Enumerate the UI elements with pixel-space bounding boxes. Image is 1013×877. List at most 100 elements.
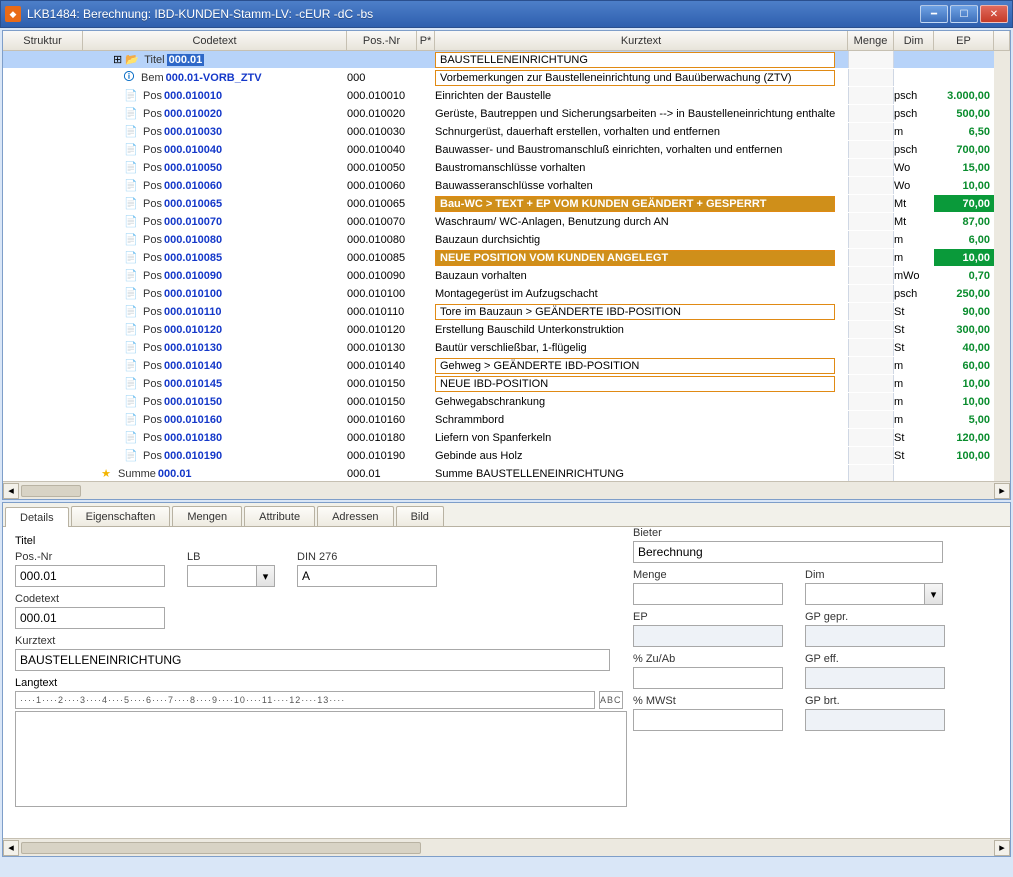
row-code-link[interactable]: 000.010085 xyxy=(164,252,222,264)
row-code-link[interactable]: 000.010090 xyxy=(164,270,222,282)
minimize-button[interactable]: ━ xyxy=(920,5,948,23)
row-code-link[interactable]: 000.010145 xyxy=(164,378,222,390)
table-row[interactable]: Pos 000.010110000.010110Tore im Bauzaun … xyxy=(3,303,1010,321)
table-row[interactable]: Pos 000.010065000.010065Bau-WC > TEXT + … xyxy=(3,195,1010,213)
row-code-link[interactable]: 000.010110 xyxy=(164,306,222,318)
expand-icon[interactable]: ⊞ xyxy=(113,53,122,66)
row-code-link[interactable]: 000.010060 xyxy=(164,180,222,192)
grid-horizontal-scrollbar[interactable]: ◂ ▸ xyxy=(3,481,1010,499)
table-row[interactable]: Pos 000.010060000.010060Bauwasseranschlü… xyxy=(3,177,1010,195)
row-code-link[interactable]: 000.010180 xyxy=(164,432,222,444)
row-code-link[interactable]: 000.010065 xyxy=(164,198,222,210)
close-button[interactable]: ✕ xyxy=(980,5,1008,23)
posnr-field[interactable] xyxy=(15,565,165,587)
tab-bild[interactable]: Bild xyxy=(396,506,444,526)
table-row[interactable]: Pos 000.010050000.010050Baustromanschlüs… xyxy=(3,159,1010,177)
pzuab-field[interactable] xyxy=(633,667,783,689)
col-struktur[interactable]: Struktur xyxy=(3,31,83,50)
table-row[interactable]: Pos 000.010120000.010120Erstellung Bausc… xyxy=(3,321,1010,339)
table-row[interactable]: Pos 000.010100000.010100Montagegerüst im… xyxy=(3,285,1010,303)
scroll-right-icon[interactable]: ▸ xyxy=(994,840,1010,856)
row-code-link[interactable]: 000.010120 xyxy=(164,324,222,336)
doc-icon xyxy=(123,431,139,445)
gpgepr-field[interactable] xyxy=(805,625,945,647)
row-kurztext: Bautür verschließbar, 1-flügelig xyxy=(435,339,848,356)
table-row[interactable]: Pos 000.010190000.010190Gebinde aus Holz… xyxy=(3,447,1010,465)
row-code-link[interactable]: 000.010030 xyxy=(164,126,222,138)
row-code-link[interactable]: 000.01 xyxy=(167,54,205,66)
table-row[interactable]: Pos 000.010160000.010160Schrammbordm5,00 xyxy=(3,411,1010,429)
tab-eigenschaften[interactable]: Eigenschaften xyxy=(71,506,171,526)
table-row[interactable]: Pos 000.010085000.010085NEUE POSITION VO… xyxy=(3,249,1010,267)
ep-field[interactable] xyxy=(633,625,783,647)
spellcheck-button[interactable]: ABC xyxy=(599,691,623,709)
col-dim[interactable]: Dim xyxy=(894,31,934,50)
dim-field[interactable] xyxy=(805,583,925,605)
table-row[interactable]: Pos 000.010030000.010030Schnurgerüst, da… xyxy=(3,123,1010,141)
table-row[interactable]: Pos 000.010140000.010140Gehweg > GEÄNDER… xyxy=(3,357,1010,375)
table-row[interactable]: Pos 000.010150000.010150Gehwegabschranku… xyxy=(3,393,1010,411)
col-menge[interactable]: Menge xyxy=(848,31,894,50)
tab-adressen[interactable]: Adressen xyxy=(317,506,393,526)
table-row[interactable]: Bem 000.01-VORB_ZTV000Vorbemerkungen zur… xyxy=(3,69,1010,87)
gpeff-field[interactable] xyxy=(805,667,945,689)
row-pflag xyxy=(417,285,435,302)
lb-field[interactable] xyxy=(187,565,257,587)
row-code-link[interactable]: 000.010150 xyxy=(164,396,222,408)
row-code-link[interactable]: 000.010130 xyxy=(164,342,222,354)
scroll-right-icon[interactable]: ▸ xyxy=(994,483,1010,499)
table-row[interactable]: Pos 000.010090000.010090Bauzaun vorhalte… xyxy=(3,267,1010,285)
langtext-editor[interactable] xyxy=(15,711,627,807)
table-row[interactable]: Pos 000.010180000.010180Liefern von Span… xyxy=(3,429,1010,447)
row-code-link[interactable]: 000.010100 xyxy=(164,288,222,300)
codetext-field[interactable] xyxy=(15,607,165,629)
menge-field[interactable] xyxy=(633,583,783,605)
tab-mengen[interactable]: Mengen xyxy=(172,506,242,526)
lb-label: LB xyxy=(187,551,275,563)
scroll-left-icon[interactable]: ◂ xyxy=(3,840,19,856)
grid-vertical-scrollbar[interactable] xyxy=(994,51,1010,481)
row-code-link[interactable]: 000.010010 xyxy=(164,90,222,102)
table-row[interactable]: Pos 000.010130000.010130Bautür verschlie… xyxy=(3,339,1010,357)
table-row[interactable]: Pos 000.010070000.010070Waschraum/ WC-An… xyxy=(3,213,1010,231)
scroll-left-icon[interactable]: ◂ xyxy=(3,483,19,499)
pane-horizontal-scrollbar[interactable]: ◂ ▸ xyxy=(3,838,1010,856)
table-row[interactable]: ⊞Titel 000.01BAUSTELLENEINRICHTUNG xyxy=(3,51,1010,69)
kurztext-field[interactable] xyxy=(15,649,610,671)
col-ep[interactable]: EP xyxy=(934,31,994,50)
maximize-button[interactable]: ☐ xyxy=(950,5,978,23)
table-row[interactable]: Pos 000.010080000.010080Bauzaun durchsic… xyxy=(3,231,1010,249)
row-code-link[interactable]: 000.010140 xyxy=(164,360,222,372)
row-code-link[interactable]: 000.010040 xyxy=(164,144,222,156)
row-code-link[interactable]: 000.010070 xyxy=(164,216,222,228)
tab-details[interactable]: Details xyxy=(5,507,69,527)
gpbrt-field[interactable] xyxy=(805,709,945,731)
dim-dropdown-button[interactable]: ▾ xyxy=(925,583,943,605)
col-p[interactable]: P* xyxy=(417,31,435,50)
row-code-link[interactable]: 000.010050 xyxy=(164,162,222,174)
pmwst-field[interactable] xyxy=(633,709,783,731)
scroll-thumb[interactable] xyxy=(21,842,421,854)
row-posnr: 000.010180 xyxy=(347,429,417,446)
lb-dropdown-button[interactable]: ▾ xyxy=(257,565,275,587)
table-row[interactable]: Pos 000.010020000.010020Gerüste, Bautrep… xyxy=(3,105,1010,123)
row-ep: 100,00 xyxy=(934,447,994,464)
row-code-link[interactable]: 000.010160 xyxy=(164,414,222,426)
row-code-link[interactable]: 000.010020 xyxy=(164,108,222,120)
din276-field[interactable] xyxy=(297,565,437,587)
row-code-link[interactable]: 000.010190 xyxy=(164,450,222,462)
col-codetext[interactable]: Codetext xyxy=(83,31,347,50)
table-row[interactable]: Summe 000.01000.01Summe BAUSTELLENEINRIC… xyxy=(3,465,1010,481)
row-code-link[interactable]: 000.01 xyxy=(158,468,192,480)
row-code-link[interactable]: 000.010080 xyxy=(164,234,222,246)
pzuab-label: % Zu/Ab xyxy=(633,653,783,665)
table-row[interactable]: Pos 000.010145000.010150NEUE IBD-POSITIO… xyxy=(3,375,1010,393)
table-row[interactable]: Pos 000.010010000.010010Einrichten der B… xyxy=(3,87,1010,105)
table-row[interactable]: Pos 000.010040000.010040Bauwasser- und B… xyxy=(3,141,1010,159)
col-kurztext[interactable]: Kurztext xyxy=(435,31,848,50)
bieter-field[interactable] xyxy=(633,541,943,563)
col-posnr[interactable]: Pos.-Nr xyxy=(347,31,417,50)
row-code-link[interactable]: 000.01-VORB_ZTV xyxy=(166,72,262,84)
scroll-thumb[interactable] xyxy=(21,485,81,497)
tab-attribute[interactable]: Attribute xyxy=(244,506,315,526)
